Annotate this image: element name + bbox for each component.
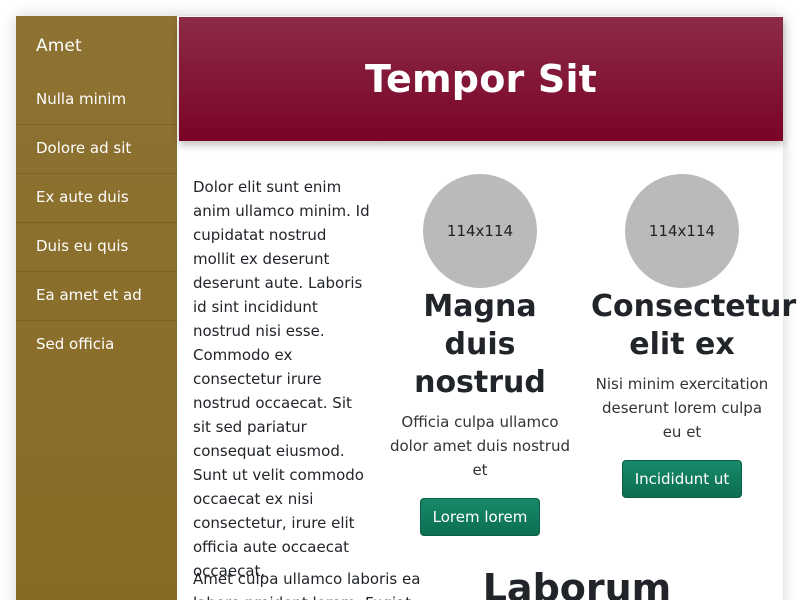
page-title: Tempor Sit	[364, 57, 598, 101]
lower-heading: Laborum	[482, 566, 672, 600]
card-title: Magna duis nostrud	[414, 289, 546, 400]
card-image-placeholder: 114x114	[625, 174, 739, 288]
lower-paragraph: Amet culpa ullamco laboris ea labore pro…	[193, 570, 421, 600]
image-size-label: 114x114	[446, 222, 514, 240]
intro-paragraph: Dolor elit sunt enim anim ullamco minim.…	[193, 178, 370, 580]
page-header: Tempor Sit	[179, 17, 783, 141]
image-size-label: 114x114	[648, 222, 716, 240]
sidebar-brand[interactable]: Amet	[16, 16, 177, 76]
card-text: Nisi minim exercitation deserunt lorem c…	[595, 375, 769, 441]
card-image-placeholder: 114x114	[423, 174, 537, 288]
card-action-button[interactable]: Lorem lorem	[419, 498, 541, 536]
sidebar-item-ea-amet-et-ad[interactable]: Ea amet et ad	[16, 272, 177, 321]
feature-card: 114x114 Magna duis nostrud Officia culpa…	[389, 174, 571, 536]
card-action-button[interactable]: Incididunt ut	[621, 460, 743, 498]
sidebar-item-nulla-minim[interactable]: Nulla minim	[16, 76, 177, 125]
sidebar-item-dolore-ad-sit[interactable]: Dolore ad sit	[16, 125, 177, 174]
card-text: Officia culpa ullamco dolor amet duis no…	[389, 413, 570, 479]
sidebar-item-sed-officia[interactable]: Sed officia	[16, 321, 177, 370]
sidebar-item-duis-eu-quis[interactable]: Duis eu quis	[16, 223, 177, 272]
card-title: Consectetur elit ex	[591, 289, 797, 362]
sidebar-item-ex-aute-duis[interactable]: Ex aute duis	[16, 174, 177, 223]
sidebar: Amet Nulla minim Dolore ad sit Ex aute d…	[16, 16, 177, 600]
feature-card: 114x114 Consectetur elit ex Nisi minim e…	[591, 174, 797, 498]
